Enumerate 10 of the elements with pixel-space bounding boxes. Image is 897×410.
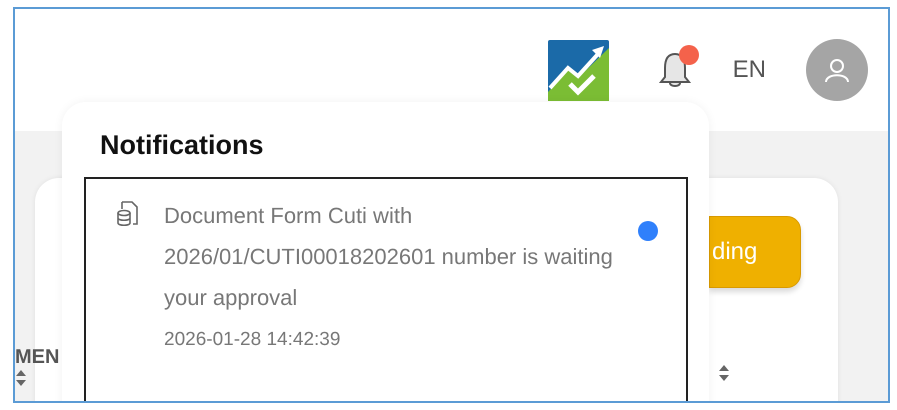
sort-icon[interactable]	[718, 364, 730, 382]
language-selector[interactable]: EN	[732, 52, 766, 88]
sort-icon[interactable]	[15, 369, 27, 387]
document-icon	[116, 201, 138, 227]
panel-title: Notifications	[100, 132, 265, 159]
notification-time: 2026-01-28 14:42:39	[164, 328, 342, 352]
notification-message: Document Form Cuti with 2026/01/CUTI00018202601 number is waiting your approval	[164, 202, 614, 312]
bell-icon[interactable]	[656, 51, 693, 89]
notification-item[interactable]: Document Form Cuti with 2026/01/CUTI00018202601 number is waiting your approval 2026-01-28 14:42:39	[84, 177, 688, 401]
column-header[interactable]: MEN	[15, 347, 60, 367]
